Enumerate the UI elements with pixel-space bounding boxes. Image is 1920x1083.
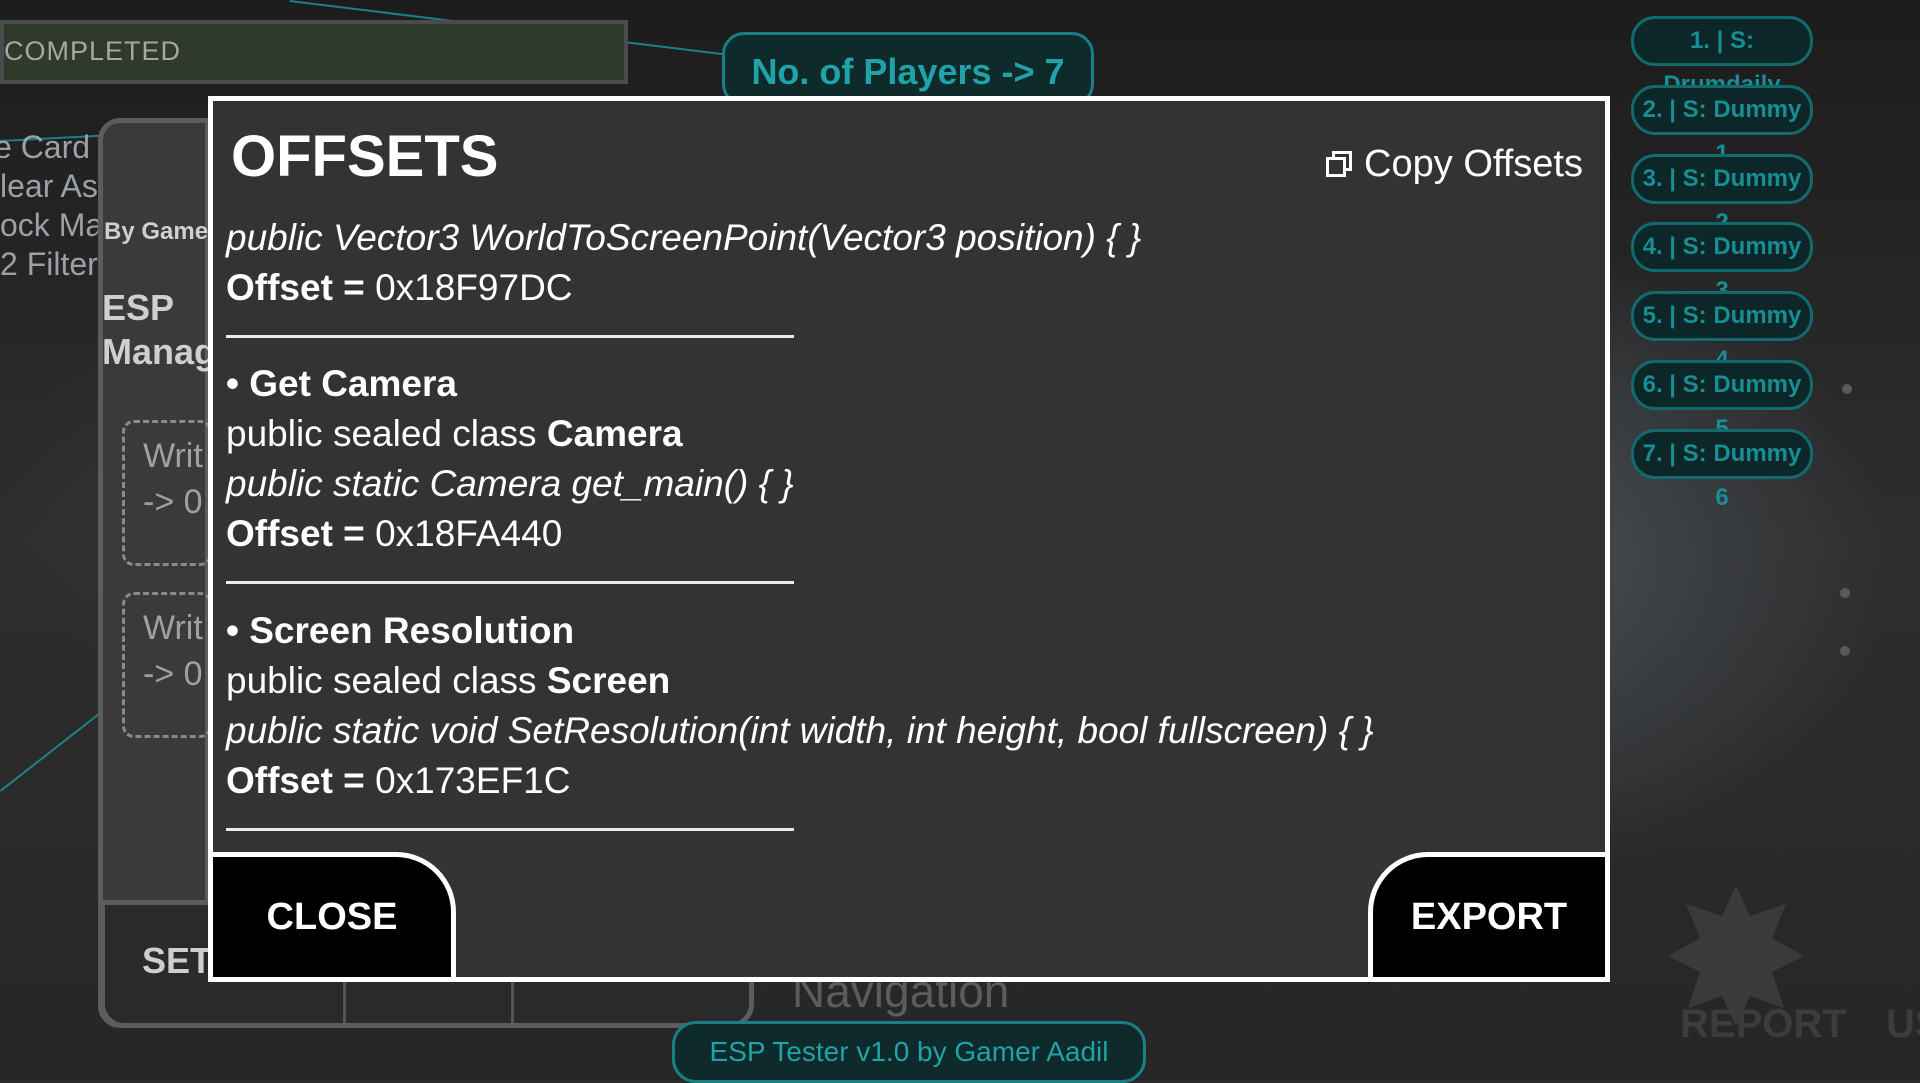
- close-button[interactable]: CLOSE: [213, 852, 456, 977]
- esp-dot: [1842, 384, 1852, 394]
- offset-line: Offset = 0x18F97DC: [226, 263, 1141, 313]
- player-list-item[interactable]: 6. | S: Dummy 5: [1631, 360, 1813, 442]
- offset-section: • Get Camera public sealed class Camera …: [226, 359, 794, 584]
- offset-line: Offset = 0x18FA440: [226, 509, 794, 559]
- offset-section: public Vector3 WorldToScreenPoint(Vector…: [226, 213, 1141, 338]
- method-signature: public static void SetResolution(int wid…: [226, 710, 1374, 751]
- player-list-item[interactable]: 1. | S: Drumdaily: [1631, 16, 1813, 98]
- players-count-badge: No. of Players -> 7: [722, 32, 1094, 106]
- export-button[interactable]: EXPORT: [1368, 852, 1605, 977]
- method-signature: public static Camera get_main() { }: [226, 463, 794, 504]
- copy-offsets-button[interactable]: Copy Offsets: [1326, 143, 1583, 186]
- esp-manager-label: ESP Manag: [102, 287, 217, 372]
- player-list-item[interactable]: 4. | S: Dummy 3: [1631, 222, 1813, 304]
- section-header: • Screen Resolution: [226, 610, 575, 651]
- player-list-item[interactable]: 5. | S: Dummy 4: [1631, 291, 1813, 373]
- copy-icon: [1326, 150, 1354, 179]
- write-card[interactable]: Writ -> 0: [122, 420, 212, 566]
- class-line: public sealed class Camera: [226, 409, 794, 459]
- completed-label: COMPLETED: [4, 36, 182, 66]
- offset-value: 0x173EF1C: [364, 760, 571, 801]
- class-prefix: public sealed class: [226, 660, 547, 701]
- export-button-label: EXPORT: [1410, 895, 1568, 938]
- offset-label: Offset =: [226, 267, 365, 308]
- section-header: • Get Camera: [226, 363, 457, 404]
- section-divider: [226, 828, 794, 831]
- report-label: REPORT: [1680, 1002, 1847, 1046]
- offset-section: • Screen Resolution public sealed class …: [226, 606, 1374, 831]
- copy-offsets-label: Copy Offsets: [1364, 143, 1583, 185]
- settings-tab[interactable]: SET: [142, 940, 212, 982]
- offset-value: 0x18F97DC: [364, 267, 573, 308]
- write-card[interactable]: Writ -> 0: [122, 592, 212, 738]
- offset-value: 0x18FA440: [364, 513, 563, 554]
- offset-label: Offset =: [226, 513, 365, 554]
- offset-label: Offset =: [226, 760, 365, 801]
- footer-credit-badge: ESP Tester v1.0 by Gamer Aadil: [672, 1021, 1146, 1083]
- class-name: Screen: [546, 660, 671, 701]
- section-divider: [226, 581, 794, 584]
- esp-dot: [1840, 646, 1850, 656]
- player-list-item[interactable]: 7. | S: Dummy 6: [1631, 429, 1813, 511]
- menu-author-label: By Game: [104, 218, 209, 245]
- method-signature: public Vector3 WorldToScreenPoint(Vector…: [226, 217, 1142, 258]
- class-name: Camera: [546, 413, 683, 454]
- esp-dot: [1840, 588, 1850, 598]
- mod-menu-panel: [98, 118, 210, 1028]
- close-button-label: CLOSE: [266, 895, 398, 938]
- section-divider: [226, 335, 794, 338]
- offset-line: Offset = 0x173EF1C: [226, 756, 1374, 806]
- dialog-title: OFFSETS: [231, 124, 499, 189]
- player-list-item[interactable]: 3. | S: Dummy 2: [1631, 154, 1813, 236]
- offsets-dialog: OFFSETS Copy Offsets public Vector3 Worl…: [208, 96, 1610, 982]
- class-prefix: public sealed class: [226, 413, 547, 454]
- player-list-item[interactable]: 2. | S: Dummy 1: [1631, 85, 1813, 167]
- class-line: public sealed class Screen: [226, 656, 1374, 706]
- use-label: US: [1886, 1002, 1920, 1046]
- task-progress-bar: COMPLETED: [0, 20, 628, 84]
